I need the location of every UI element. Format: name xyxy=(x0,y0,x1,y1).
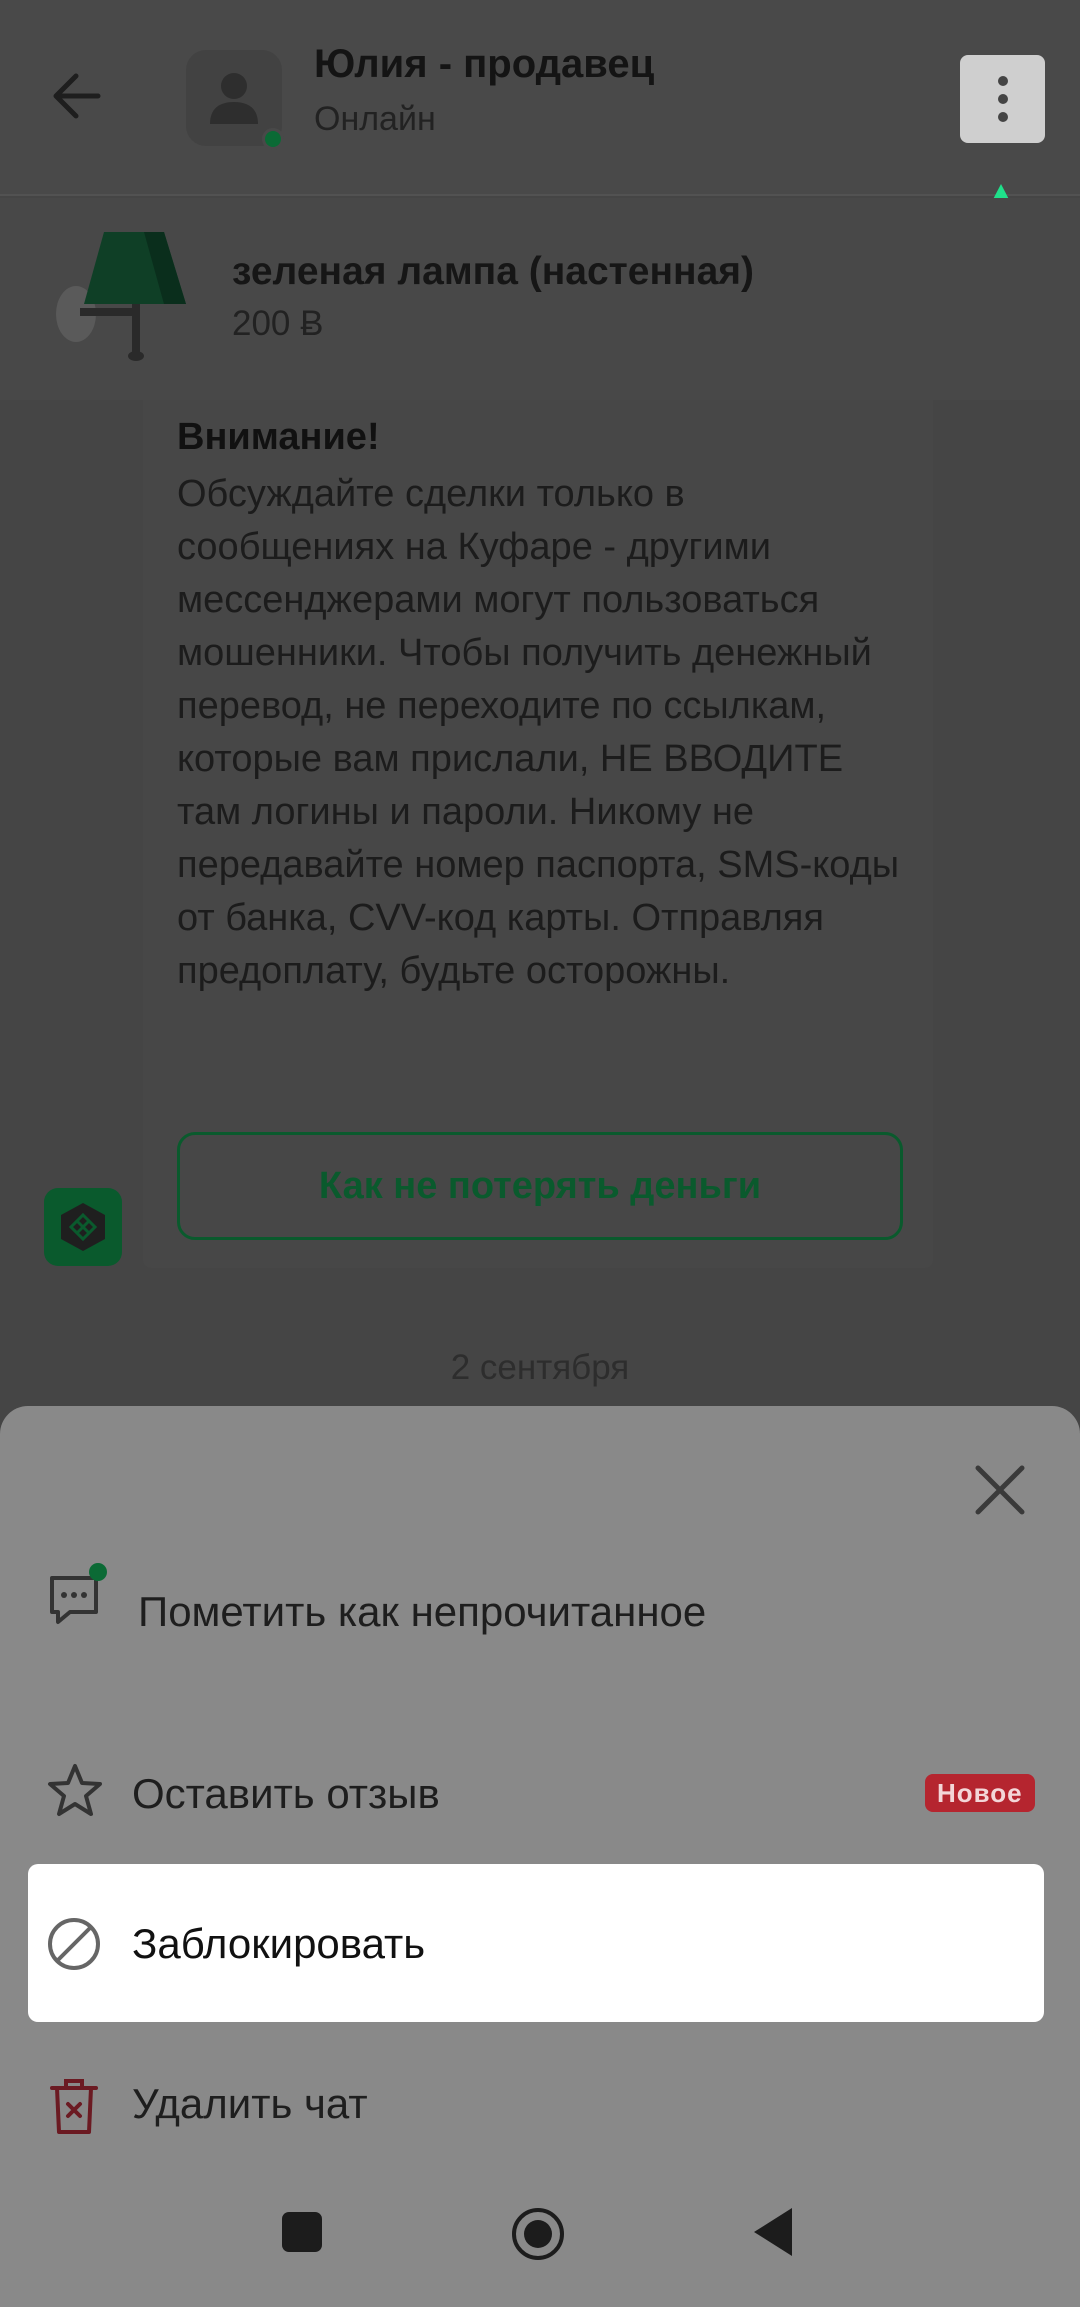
delete-chat-item[interactable]: Удалить чат xyxy=(28,2024,1044,2182)
mark-unread-label: Пометить как непрочитанное xyxy=(138,1588,707,1635)
new-badge: Новое xyxy=(925,1774,1035,1812)
back-nav-button[interactable] xyxy=(752,2206,796,2258)
arrow-left-icon xyxy=(53,73,101,119)
product-price: 200 Ƀ xyxy=(232,304,324,343)
product-bar[interactable]: зеленая лампа (настенная) 200 Ƀ xyxy=(0,198,1080,400)
shield-logo-icon xyxy=(61,1203,105,1251)
leave-review-item[interactable]: Оставить отзыв Новое xyxy=(28,1710,1044,1868)
dot-icon xyxy=(997,76,1008,86)
chat-header: Юлия - продавец Онлайн xyxy=(0,0,1080,337)
block-user-label: Заблокировать xyxy=(132,1920,426,1967)
system-warning-message: Внимание! Обсуждайте сделки только в соо… xyxy=(143,400,933,1268)
leave-review-label: Оставить отзыв xyxy=(132,1770,440,1817)
warning-title: Внимание! xyxy=(177,416,380,458)
more-options-button[interactable] xyxy=(960,55,1045,143)
product-thumbnail xyxy=(56,232,186,361)
dot-icon xyxy=(997,112,1008,122)
home-button[interactable] xyxy=(510,2206,566,2262)
how-not-to-lose-money-button[interactable]: Как не потерять деньги xyxy=(177,1132,903,1240)
star-icon xyxy=(48,1764,102,1816)
trash-icon xyxy=(50,2079,98,2134)
back-button[interactable] xyxy=(40,58,116,134)
mark-unread-item[interactable]: Пометить как непрочитанное xyxy=(28,1532,1044,1690)
dot-icon xyxy=(997,94,1008,104)
system-navigation-bar xyxy=(0,2180,1080,2307)
recent-apps-button[interactable] xyxy=(280,2210,324,2254)
close-icon xyxy=(975,1465,1025,1515)
block-icon xyxy=(48,1918,100,1970)
date-separator: 2 сентября xyxy=(450,1348,630,1387)
user-icon xyxy=(210,73,258,124)
product-title: зеленая лампа (настенная) xyxy=(232,250,755,293)
seller-name: Юлия - продавец xyxy=(314,42,655,86)
online-indicator xyxy=(262,128,284,150)
delete-chat-label: Удалить чат xyxy=(132,2080,368,2127)
chat-unread-icon xyxy=(50,1563,107,1624)
close-button[interactable] xyxy=(970,1460,1030,1520)
kufar-bot-avatar xyxy=(44,1188,122,1266)
seller-status: Онлайн xyxy=(314,100,436,138)
warning-text: Обсуждайте сделки только в сообщениях на… xyxy=(177,473,900,992)
block-user-item[interactable]: Заблокировать xyxy=(28,1864,1044,2022)
